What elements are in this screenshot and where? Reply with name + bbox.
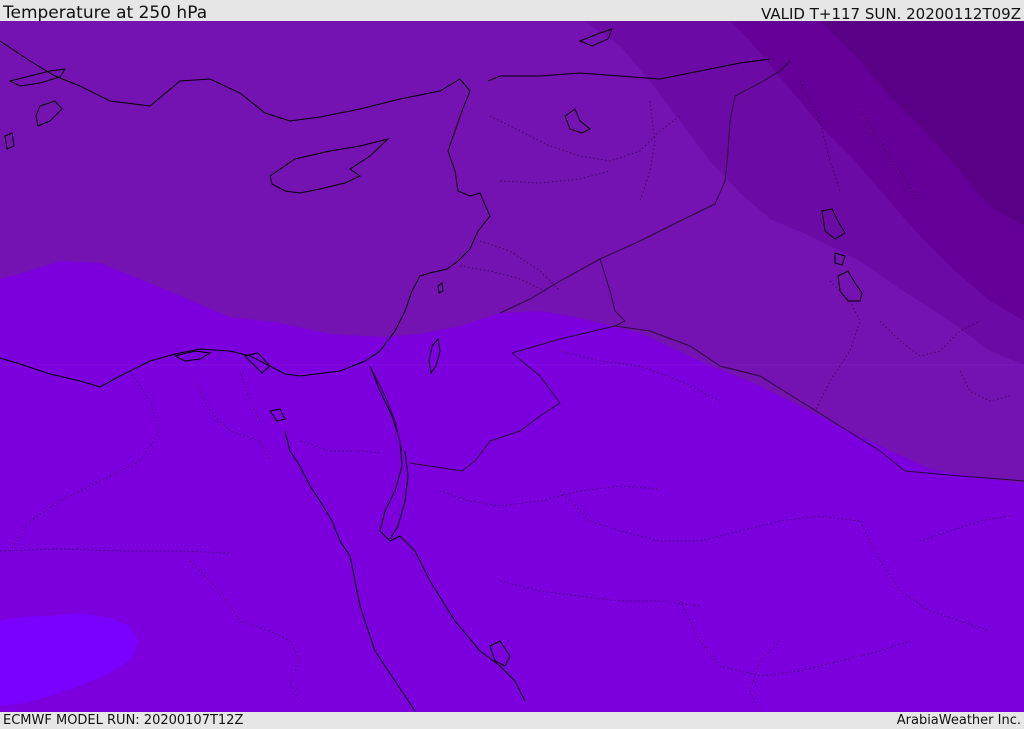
model-run: ECMWF MODEL RUN: 20200107T12Z xyxy=(3,713,244,728)
map-header: Temperature at 250 hPa VALID T+117 SUN. … xyxy=(0,0,1024,23)
credit: ArabiaWeather Inc. xyxy=(896,713,1021,728)
map-footer: ECMWF MODEL RUN: 20200107T12Z ArabiaWeat… xyxy=(0,712,1024,729)
map-title: Temperature at 250 hPa xyxy=(3,3,208,23)
weather-map[interactable] xyxy=(0,21,1024,712)
